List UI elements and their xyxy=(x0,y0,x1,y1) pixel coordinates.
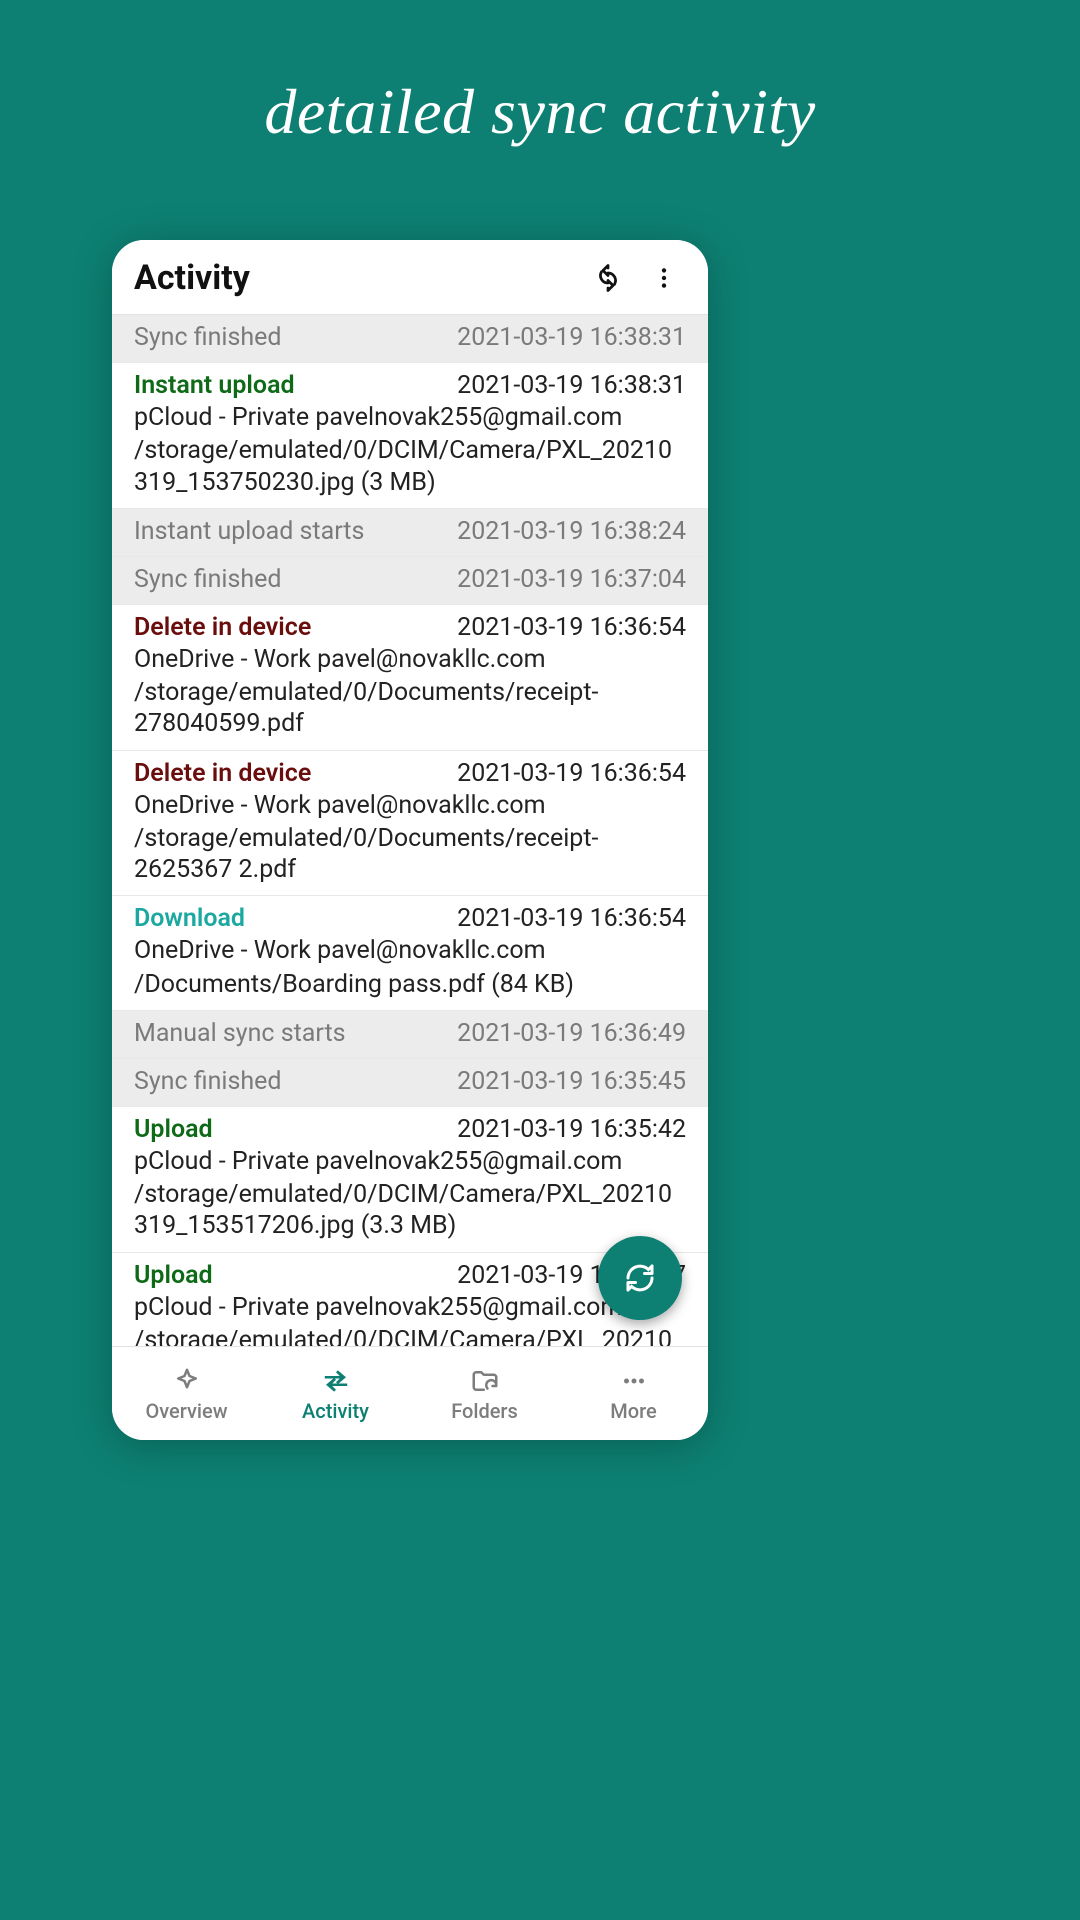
row-path: /storage/emulated/0/DCIM/Camera/PXL_2021… xyxy=(134,1179,686,1242)
nav-more[interactable]: More xyxy=(559,1347,708,1440)
app-bar: Activity xyxy=(112,240,708,315)
activity-row[interactable]: Upload 2021-03-19 16:35:42pCloud - Privat… xyxy=(112,1107,708,1253)
row-title: Sync finished xyxy=(134,323,282,352)
row-account: OneDrive - Work pavel@novakllc.com xyxy=(134,644,686,675)
row-account: pCloud - Private pavelnovak255@gmail.com xyxy=(134,402,686,433)
row-path: /Documents/Boarding pass.pdf (84 KB) xyxy=(134,969,686,1000)
row-title: Download xyxy=(134,904,245,933)
row-timestamp: 2021-03-19 16:38:24 xyxy=(457,517,686,546)
row-account: OneDrive - Work pavel@novakllc.com xyxy=(134,935,686,966)
row-title: Delete in device xyxy=(134,613,311,642)
activity-row[interactable]: Instant upload 2021-03-19 16:38:31pCloud … xyxy=(112,363,708,509)
promo-title: detailed sync activity xyxy=(0,0,1080,149)
row-timestamp: 2021-03-19 16:36:49 xyxy=(457,1019,686,1048)
row-timestamp: 2021-03-19 16:36:54 xyxy=(457,759,686,788)
nav-label: Folders xyxy=(451,1399,518,1423)
row-path: /storage/emulated/0/DCIM/Camera/PXL_2021… xyxy=(134,435,686,498)
sync-icon[interactable] xyxy=(586,256,630,300)
nav-label: More xyxy=(610,1399,656,1423)
nav-overview[interactable]: Overview xyxy=(112,1347,261,1440)
page-title: Activity xyxy=(134,258,574,298)
row-timestamp: 2021-03-19 16:38:31 xyxy=(457,371,686,400)
row-title: Delete in device xyxy=(134,759,311,788)
nav-label: Overview xyxy=(145,1399,227,1423)
nav-label: Activity xyxy=(302,1399,369,1423)
phone-frame: Activity Sync finished 2021-03-19 16:38:3… xyxy=(112,240,708,1440)
row-timestamp: 2021-03-19 16:35:42 xyxy=(457,1115,686,1144)
row-account: OneDrive - Work pavel@novakllc.com xyxy=(134,790,686,821)
row-timestamp: 2021-03-19 16:37:04 xyxy=(457,565,686,594)
row-title: Sync finished xyxy=(134,1067,282,1096)
row-title: Upload xyxy=(134,1261,213,1290)
status-row: Instant upload starts 2021-03-19 16:38:24 xyxy=(112,509,708,557)
bottom-nav: Overview Activity Folders xyxy=(112,1346,708,1440)
row-path: /storage/emulated/0/Documents/receipt-26… xyxy=(134,823,686,886)
activity-row[interactable]: Delete in device 2021-03-19 16:36:54OneDr… xyxy=(112,751,708,897)
row-path: /storage/emulated/0/DCIM/Camera/PXL_2021… xyxy=(134,1325,686,1346)
status-row: Sync finished 2021-03-19 16:38:31 xyxy=(112,315,708,363)
nav-activity[interactable]: Activity xyxy=(261,1347,410,1440)
status-row: Sync finished 2021-03-19 16:37:04 xyxy=(112,557,708,605)
activity-row[interactable]: Delete in device 2021-03-19 16:36:54OneDr… xyxy=(112,605,708,751)
nav-folders[interactable]: Folders xyxy=(410,1347,559,1440)
row-path: /storage/emulated/0/Documents/receipt-27… xyxy=(134,677,686,740)
row-title: Instant upload xyxy=(134,371,295,400)
row-title: Manual sync starts xyxy=(134,1019,346,1048)
transfer-icon xyxy=(319,1365,353,1397)
row-account: pCloud - Private pavelnovak255@gmail.com xyxy=(134,1146,686,1177)
row-timestamp: 2021-03-19 16:38:31 xyxy=(457,323,686,352)
activity-row[interactable]: Download 2021-03-19 16:36:54OneDrive - Wo… xyxy=(112,896,708,1011)
row-title: Sync finished xyxy=(134,565,282,594)
row-timestamp: 2021-03-19 16:35:45 xyxy=(457,1067,686,1096)
status-row: Manual sync starts 2021-03-19 16:36:49 xyxy=(112,1011,708,1059)
sync-fab[interactable] xyxy=(598,1236,682,1320)
row-timestamp: 2021-03-19 16:36:54 xyxy=(457,904,686,933)
folder-sync-icon xyxy=(469,1365,501,1397)
sparkle-icon xyxy=(172,1365,202,1397)
row-title: Upload xyxy=(134,1115,213,1144)
row-timestamp: 2021-03-19 16:36:54 xyxy=(457,613,686,642)
status-row: Sync finished 2021-03-19 16:35:45 xyxy=(112,1059,708,1107)
activity-list[interactable]: Sync finished2021-03-19 16:38:31Instant … xyxy=(112,315,708,1346)
dots-horizontal-icon xyxy=(617,1365,651,1397)
more-vert-icon[interactable] xyxy=(642,256,686,300)
row-title: Instant upload starts xyxy=(134,517,364,546)
